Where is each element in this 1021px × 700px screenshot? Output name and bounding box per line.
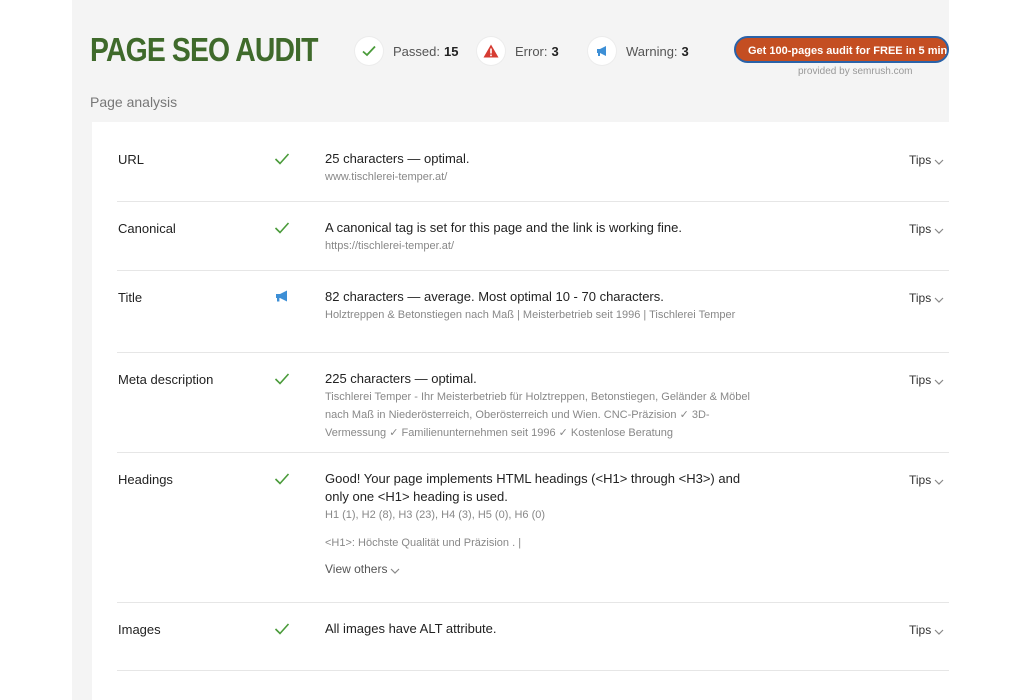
error-stat: Error: 3 xyxy=(477,36,559,66)
row-h1-text: <H1>: Höchste Qualität und Präzision . | xyxy=(325,537,522,549)
row-sub-text: Holztreppen & Betonstiegen nach Maß | Me… xyxy=(325,309,736,321)
chevron-down-icon xyxy=(934,292,944,306)
row-label: URL xyxy=(118,152,145,167)
tips-toggle[interactable]: Tips xyxy=(909,623,944,638)
analysis-row-images: Images All images have ALT attribute. Ti… xyxy=(117,602,949,671)
analysis-row-headings: Headings Good! Your page implements HTML… xyxy=(117,452,949,603)
row-body: All images have ALT attribute. xyxy=(325,620,755,638)
megaphone-icon xyxy=(274,289,292,305)
tips-label: Tips xyxy=(909,153,932,167)
check-icon xyxy=(274,622,292,638)
tips-toggle[interactable]: Tips xyxy=(909,153,944,168)
chevron-down-icon xyxy=(934,624,944,638)
chevron-down-icon xyxy=(934,474,944,488)
megaphone-icon xyxy=(588,37,616,65)
tips-toggle[interactable]: Tips xyxy=(909,291,944,306)
audit-header: PAGE SEO AUDIT Passed: 15 Error: 3 Warni… xyxy=(72,0,949,122)
chevron-down-icon xyxy=(934,374,944,388)
seo-audit-panel: PAGE SEO AUDIT Passed: 15 Error: 3 Warni… xyxy=(72,0,949,700)
check-icon xyxy=(355,37,383,65)
tips-toggle[interactable]: Tips xyxy=(909,222,944,237)
provided-by-text: provided by semrush.com xyxy=(798,66,913,77)
tips-label: Tips xyxy=(909,222,932,236)
check-icon xyxy=(274,372,292,388)
check-icon xyxy=(274,472,292,488)
row-label: Headings xyxy=(118,472,173,487)
row-main-text: 225 characters — optimal. xyxy=(325,371,477,386)
row-main-text: 25 characters — optimal. xyxy=(325,151,470,166)
row-body: Good! Your page implements HTML headings… xyxy=(325,470,755,577)
chevron-down-icon xyxy=(934,154,944,168)
row-main-text: All images have ALT attribute. xyxy=(325,621,497,636)
tips-label: Tips xyxy=(909,473,932,487)
row-main-text: A canonical tag is set for this page and… xyxy=(325,220,682,235)
chevron-down-icon xyxy=(934,223,944,237)
row-body: 25 characters — optimal. www.tischlerei-… xyxy=(325,150,755,186)
error-count: 3 xyxy=(551,43,559,59)
tips-label: Tips xyxy=(909,373,932,387)
row-sub-text: https://tischlerei-temper.at/ xyxy=(325,240,454,252)
row-main-text: 82 characters — average. Most optimal 10… xyxy=(325,289,664,304)
row-label: Canonical xyxy=(118,221,176,236)
row-body: A canonical tag is set for this page and… xyxy=(325,219,775,255)
passed-stat: Passed: 15 xyxy=(355,36,458,66)
row-body: 225 characters — optimal. Tischlerei Tem… xyxy=(325,370,755,442)
row-sub-text: H1 (1), H2 (8), H3 (23), H4 (3), H5 (0),… xyxy=(325,509,546,521)
analysis-row-url: URL 25 characters — optimal. www.tischle… xyxy=(117,122,949,202)
page-title: PAGE SEO AUDIT xyxy=(90,31,319,68)
passed-label: Passed: xyxy=(393,43,440,59)
row-body: 82 characters — average. Most optimal 10… xyxy=(325,288,755,324)
row-label: Meta description xyxy=(118,372,214,387)
tips-label: Tips xyxy=(909,623,932,637)
free-audit-button[interactable]: Get 100-pages audit for FREE in 5 minu xyxy=(734,36,949,63)
warning-triangle-icon xyxy=(477,37,505,65)
tips-toggle[interactable]: Tips xyxy=(909,373,944,388)
row-sub-text: www.tischlerei-temper.at/ xyxy=(325,171,448,183)
passed-count: 15 xyxy=(443,43,459,59)
warning-stat: Warning: 3 xyxy=(588,36,689,66)
analysis-row-canonical: Canonical A canonical tag is set for thi… xyxy=(117,201,949,271)
analysis-card: URL 25 characters — optimal. www.tischle… xyxy=(92,122,949,700)
warning-count: 3 xyxy=(681,43,689,59)
row-label: Images xyxy=(118,622,161,637)
tips-label: Tips xyxy=(909,291,932,305)
check-icon xyxy=(274,152,292,168)
tips-toggle[interactable]: Tips xyxy=(909,473,944,488)
error-label: Error: xyxy=(515,43,548,59)
view-others-label: View others xyxy=(325,562,388,576)
warning-label: Warning: xyxy=(626,43,678,59)
row-main-text: Good! Your page implements HTML headings… xyxy=(325,471,741,504)
row-sub-text: Tischlerei Temper - Ihr Meisterbetrieb f… xyxy=(325,391,750,439)
chevron-down-icon xyxy=(390,563,400,577)
view-others-toggle[interactable]: View others xyxy=(325,562,755,577)
check-icon xyxy=(274,221,292,237)
analysis-row-meta-description: Meta description 225 characters — optima… xyxy=(117,352,949,453)
section-label: Page analysis xyxy=(90,94,178,110)
row-label: Title xyxy=(118,290,143,305)
analysis-row-title: Title 82 characters — average. Most opti… xyxy=(117,270,949,353)
